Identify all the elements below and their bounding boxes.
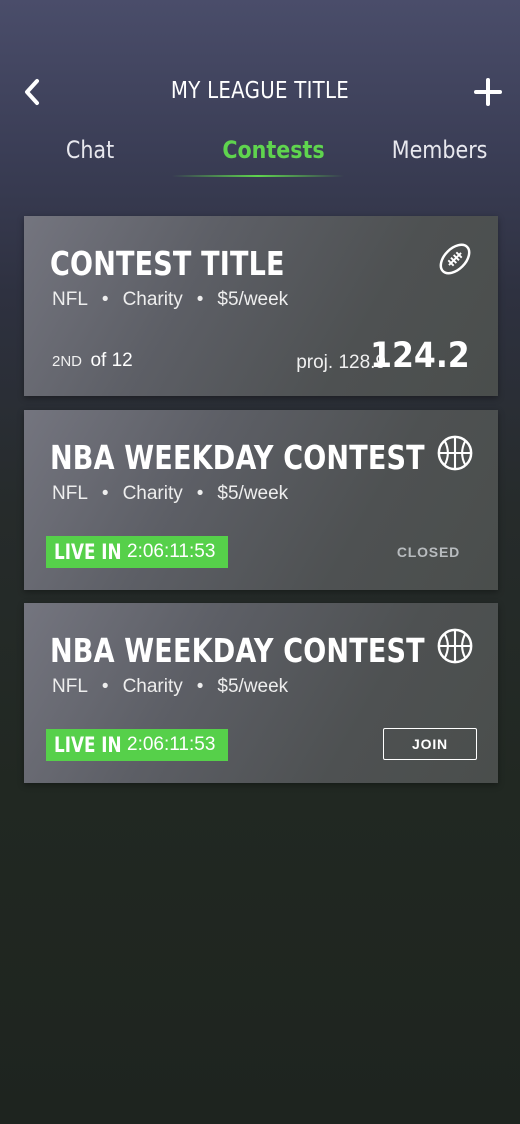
- tab-contests[interactable]: Contests: [222, 136, 324, 164]
- closed-status: CLOSED: [396, 544, 460, 560]
- rank-ordinal: 2ND: [52, 353, 83, 370]
- contest-fee: $5/week: [217, 676, 289, 697]
- contest-league: NFL: [52, 483, 88, 504]
- app-header: MY LEAGUE TITLE: [0, 60, 520, 124]
- rank-of: of 12: [90, 350, 133, 371]
- basketball-icon: [437, 628, 473, 664]
- contest-rank: 2ND of 12: [52, 350, 133, 372]
- basketball-icon: [437, 435, 473, 471]
- contest-meta: NFL • Charity • $5/week: [52, 676, 289, 697]
- contest-league: NFL: [52, 676, 88, 697]
- live-in-label: LIVE IN: [54, 733, 122, 757]
- tab-members[interactable]: Members: [392, 136, 488, 164]
- contest-type: Charity: [122, 676, 183, 697]
- contest-league: NFL: [52, 289, 88, 310]
- tab-bar: Chat Contests Members: [0, 130, 520, 180]
- page-title: MY LEAGUE TITLE: [170, 78, 350, 104]
- contest-meta: NFL • Charity • $5/week: [52, 483, 289, 504]
- contest-title: CONTEST TITLE: [50, 244, 285, 283]
- contest-meta: NFL • Charity • $5/week: [52, 289, 289, 310]
- add-button[interactable]: [468, 72, 508, 112]
- contest-fee: $5/week: [217, 483, 289, 504]
- contest-card[interactable]: NBA WEEKDAY CONTEST NFL • Charity • $5/week …: [24, 603, 498, 783]
- contest-fee: $5/week: [217, 289, 289, 310]
- live-in-label: LIVE IN: [54, 540, 122, 564]
- live-in-badge: LIVE IN 2:06:11:53: [46, 536, 228, 568]
- countdown-timer: 2:06:11:53: [127, 734, 216, 755]
- contest-type: Charity: [122, 289, 183, 310]
- contest-card[interactable]: NBA WEEKDAY CONTEST NFL • Charity • $5/week …: [24, 410, 498, 590]
- tab-chat[interactable]: Chat: [66, 136, 114, 164]
- join-button[interactable]: JOIN: [383, 728, 477, 760]
- active-tab-indicator: [172, 175, 344, 177]
- countdown-timer: 2:06:11:53: [127, 541, 216, 562]
- contest-title: NBA WEEKDAY CONTEST: [50, 631, 425, 670]
- contest-title: NBA WEEKDAY CONTEST: [50, 438, 425, 477]
- live-in-badge: LIVE IN 2:06:11:53: [46, 729, 228, 761]
- contest-type: Charity: [122, 483, 183, 504]
- plus-icon: [474, 78, 502, 106]
- current-score: 124.2: [370, 336, 470, 376]
- contest-card[interactable]: CONTEST TITLE NFL • Charity • $5/week 2ND of…: [24, 216, 498, 396]
- football-icon: [439, 243, 471, 275]
